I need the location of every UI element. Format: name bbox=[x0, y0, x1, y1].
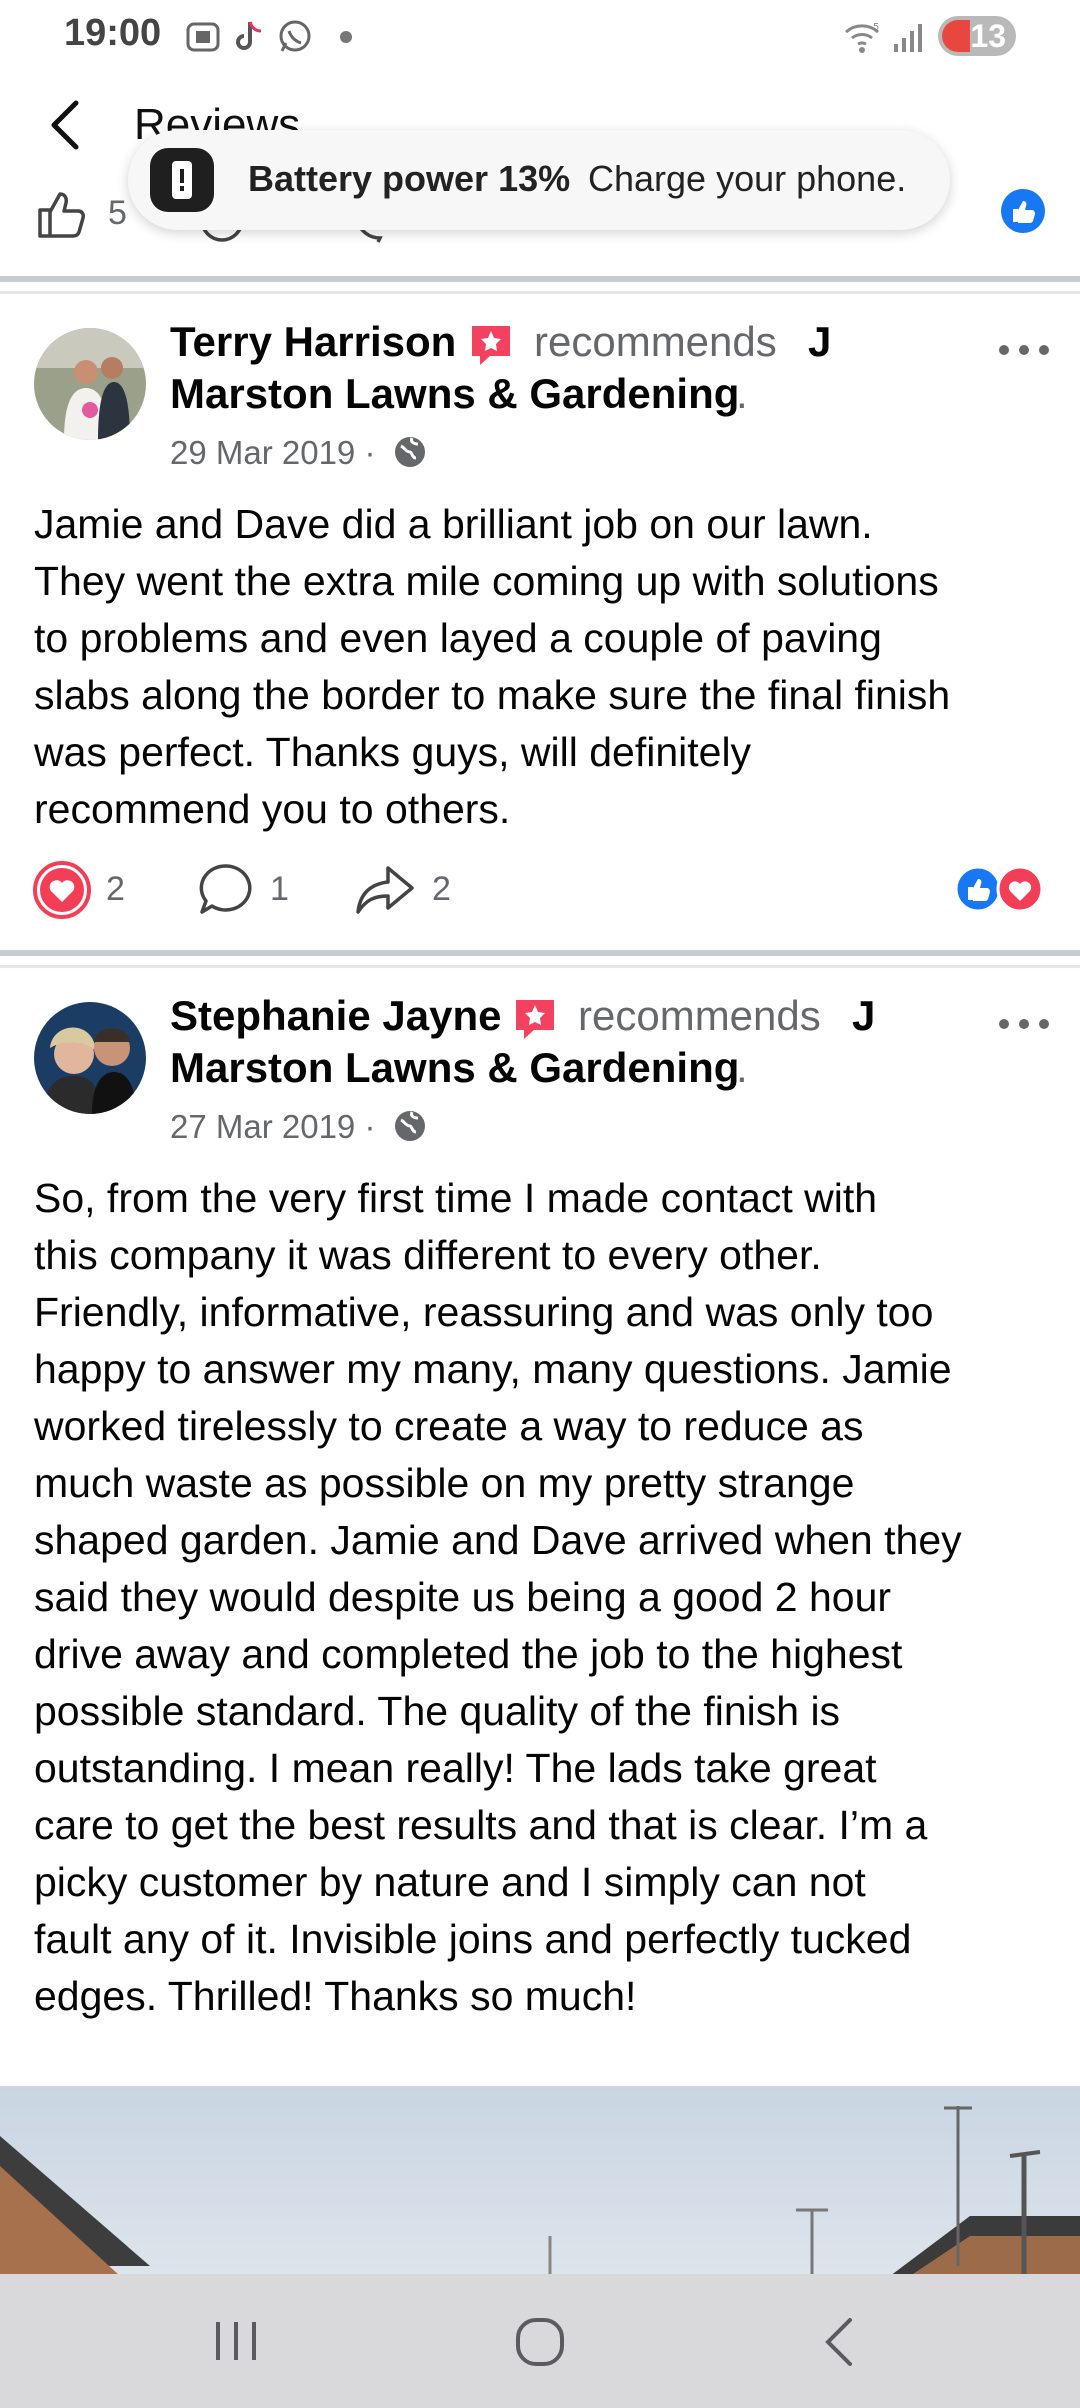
post-separator bbox=[0, 276, 1080, 294]
love-reaction-icon[interactable] bbox=[32, 860, 92, 920]
recent-apps-button[interactable] bbox=[206, 2316, 266, 2366]
back-nav-button[interactable] bbox=[816, 2314, 866, 2370]
screenshot-icon bbox=[186, 22, 220, 52]
like-icon[interactable] bbox=[34, 186, 90, 242]
author-name[interactable]: Terry Harrison bbox=[170, 318, 456, 366]
like-reaction-icon bbox=[1001, 189, 1045, 233]
comment-icon[interactable] bbox=[196, 860, 256, 920]
page-name[interactable]: J bbox=[808, 318, 831, 366]
reaction-summary-icons[interactable] bbox=[952, 864, 1048, 914]
whatsapp-icon bbox=[279, 20, 311, 52]
status-bar: 19:00 5 13 bbox=[0, 0, 1080, 72]
page-name[interactable]: Marston Lawns & Gardening bbox=[170, 370, 739, 418]
share-icon[interactable] bbox=[354, 860, 416, 920]
post-body-line: shaped garden. Jamie and Dave arrived wh… bbox=[34, 1517, 962, 1563]
page-name-period: . bbox=[736, 1044, 748, 1091]
post-body-line: fault any of it. Invisible joins and per… bbox=[34, 1916, 912, 1962]
battery-indicator: 13 bbox=[938, 16, 1016, 56]
author-name[interactable]: Stephanie Jayne bbox=[170, 992, 501, 1040]
post-body-line: to problems and even layed a couple of p… bbox=[34, 615, 882, 661]
post-date[interactable]: 29 Mar 2019 · bbox=[170, 434, 375, 472]
battery-toast[interactable]: Battery power 13% Charge your phone. bbox=[128, 130, 950, 230]
system-nav-bar bbox=[0, 2274, 1080, 2408]
avatar[interactable] bbox=[34, 328, 146, 440]
review-post: Terry Harrison recommends J Marston Lawn… bbox=[0, 294, 1080, 946]
recommendation-star-icon bbox=[516, 1000, 554, 1039]
recommends-text: recommends bbox=[534, 318, 777, 365]
post-date[interactable]: 27 Mar 2019 · bbox=[170, 1108, 375, 1146]
globe-icon bbox=[395, 1111, 425, 1141]
post-body-line: said they would despite us being a good … bbox=[34, 1574, 892, 1620]
post-photo[interactable] bbox=[0, 2086, 1080, 2276]
more-options-button[interactable] bbox=[994, 338, 1054, 362]
home-button[interactable] bbox=[512, 2314, 568, 2370]
recommends-text: recommends bbox=[578, 992, 821, 1039]
post-body-line: So, from the very first time I made cont… bbox=[34, 1175, 878, 1221]
recommendation-star-icon bbox=[472, 326, 510, 365]
like-count: 5 bbox=[108, 194, 127, 232]
post-body-line: Jamie and Dave did a brilliant job on ou… bbox=[34, 501, 873, 547]
signal-icon bbox=[894, 24, 922, 52]
reaction-count: 2 bbox=[106, 870, 125, 908]
post-body-line: picky customer by nature and I simply ca… bbox=[34, 1859, 866, 1905]
post-body-line: edges. Thrilled! Thanks so much! bbox=[34, 1973, 637, 2019]
review-post: Stephanie Jayne recommends J Marston Law… bbox=[0, 968, 1080, 2078]
back-button[interactable] bbox=[40, 95, 90, 155]
wifi-icon: 5 bbox=[845, 22, 879, 53]
post-body-line: care to get the best results and that is… bbox=[34, 1802, 928, 1848]
notification-dot-icon bbox=[340, 31, 352, 43]
page-name-period: . bbox=[736, 370, 748, 417]
post-body: So, from the very first time I made cont… bbox=[34, 1170, 1054, 2025]
post-body-line: this company it was different to every o… bbox=[34, 1232, 822, 1278]
status-time: 19:00 bbox=[64, 12, 162, 54]
post-body-line: worked tirelessly to create a way to red… bbox=[34, 1403, 864, 1449]
post-body-line: slabs along the border to make sure the … bbox=[34, 672, 951, 718]
avatar[interactable] bbox=[34, 1002, 146, 1114]
post-body-line: Friendly, informative, reassuring and wa… bbox=[34, 1289, 934, 1335]
share-count: 2 bbox=[432, 870, 451, 908]
post-body-line: recommend you to others. bbox=[34, 786, 511, 832]
post-body: Jamie and Dave did a brilliant job on ou… bbox=[34, 496, 1054, 838]
post-body-line: possible standard. The quality of the fi… bbox=[34, 1688, 841, 1734]
battery-level: 13 bbox=[970, 18, 1006, 54]
post-body-line: was perfect. Thanks guys, will definitel… bbox=[34, 729, 752, 775]
post-body-line: They went the extra mile coming up with … bbox=[34, 558, 939, 604]
battery-warning-icon bbox=[150, 148, 214, 212]
svg-text:5: 5 bbox=[873, 22, 879, 33]
toast-message: Charge your phone. bbox=[588, 158, 907, 199]
post-body-line: outstanding. I mean really! The lads tak… bbox=[34, 1745, 877, 1791]
battery-low-icon bbox=[942, 20, 970, 52]
globe-icon bbox=[395, 437, 425, 467]
page-name[interactable]: J bbox=[852, 992, 875, 1040]
page-name[interactable]: Marston Lawns & Gardening bbox=[170, 1044, 739, 1092]
comment-count: 1 bbox=[270, 870, 289, 908]
toast-title: Battery power 13% bbox=[248, 158, 571, 199]
more-options-button[interactable] bbox=[994, 1012, 1054, 1036]
post-separator bbox=[0, 950, 1080, 968]
post-body-line: happy to answer my many, many questions.… bbox=[34, 1346, 952, 1392]
post-body-line: drive away and completed the job to the … bbox=[34, 1631, 903, 1677]
post-body-line: much waste as possible on my pretty stra… bbox=[34, 1460, 855, 1506]
tiktok-icon bbox=[236, 21, 262, 50]
